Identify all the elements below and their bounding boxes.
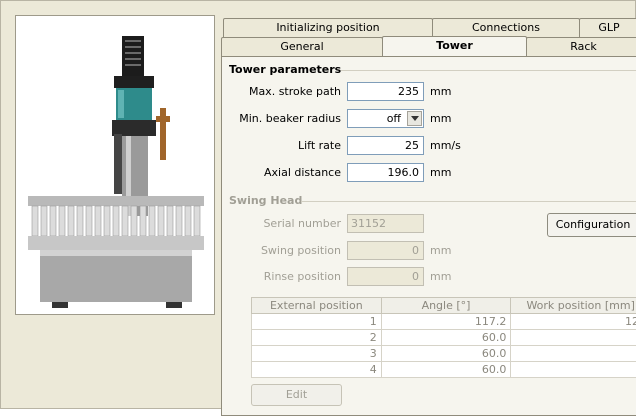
group-separator (301, 201, 636, 202)
max-stroke-unit: mm (430, 85, 451, 98)
table-cell: 60.0 (381, 346, 511, 362)
rack-tubes (32, 206, 200, 236)
rinse-position-label: Rinse position (229, 270, 341, 283)
tab-general[interactable]: General (221, 37, 383, 56)
table-cell: 125 (511, 314, 636, 330)
swing-head-title: Swing Head (229, 194, 308, 207)
table-cell: 4 (252, 362, 382, 378)
tab-connections[interactable]: Connections (432, 18, 580, 37)
axial-distance-input[interactable]: 196.0 (347, 163, 424, 182)
min-beaker-combo[interactable]: off (347, 109, 424, 128)
table-cell: 0 (511, 346, 636, 362)
rack-rim (28, 196, 204, 206)
min-beaker-value: off (387, 112, 401, 125)
tower-parameters-title: Tower parameters (229, 63, 347, 76)
swing-position-unit: mm (430, 244, 451, 257)
table-row[interactable]: 2 60.0 0 (252, 330, 636, 346)
col-work-position[interactable]: Work position [mm] (511, 298, 636, 314)
serial-number-label: Serial number (229, 217, 341, 230)
table-cell: 60.0 (381, 362, 511, 378)
tab-glp[interactable]: GLP (579, 18, 636, 37)
swing-position-label: Swing position (229, 244, 341, 257)
lift-rate-unit: mm/s (430, 139, 461, 152)
device-image-panel (15, 15, 215, 315)
max-stroke-label: Max. stroke path (229, 85, 341, 98)
tab-tower[interactable]: Tower (382, 36, 527, 56)
table-cell: 60.0 (381, 330, 511, 346)
col-external-position[interactable]: External position (252, 298, 382, 314)
tab-initializing-position[interactable]: Initializing position (223, 18, 433, 37)
serial-number-field: 31152 (347, 214, 424, 233)
app-window: Initializing position Connections GLP Ge… (0, 0, 636, 409)
lift-rate-label: Lift rate (229, 139, 341, 152)
table-cell: 2 (252, 330, 382, 346)
swing-position-field: 0 (347, 241, 424, 260)
rinse-position-unit: mm (430, 270, 451, 283)
rinse-position-field: 0 (347, 267, 424, 286)
table-cell: 1 (252, 314, 382, 330)
axial-distance-label: Axial distance (229, 166, 341, 179)
sample-changer-tower-image (16, 16, 216, 316)
external-positions-table[interactable]: External position Angle [°] Work positio… (251, 297, 636, 378)
table-cell: 0 (511, 362, 636, 378)
edit-button: Edit (251, 384, 342, 406)
lift-rate-input[interactable]: 25 (347, 136, 424, 155)
table-cell: 3 (252, 346, 382, 362)
max-stroke-input[interactable]: 235 (347, 82, 424, 101)
group-separator (341, 70, 636, 71)
table-header-row: External position Angle [°] Work positio… (252, 298, 636, 314)
table-cell: 0 (511, 330, 636, 346)
col-angle[interactable]: Angle [°] (381, 298, 511, 314)
chevron-down-icon (411, 116, 419, 121)
configuration-button[interactable]: Configuration (547, 213, 636, 237)
table-row[interactable]: 1 117.2 125 (252, 314, 636, 330)
axial-distance-unit: mm (430, 166, 451, 179)
table-row[interactable]: 4 60.0 0 (252, 362, 636, 378)
tab-rack[interactable]: Rack (526, 37, 636, 56)
combo-dropdown-button[interactable] (407, 111, 422, 126)
min-beaker-unit: mm (430, 112, 451, 125)
device-base (40, 250, 192, 302)
table-cell: 117.2 (381, 314, 511, 330)
min-beaker-label: Min. beaker radius (229, 112, 341, 125)
table-row[interactable]: 3 60.0 0 (252, 346, 636, 362)
